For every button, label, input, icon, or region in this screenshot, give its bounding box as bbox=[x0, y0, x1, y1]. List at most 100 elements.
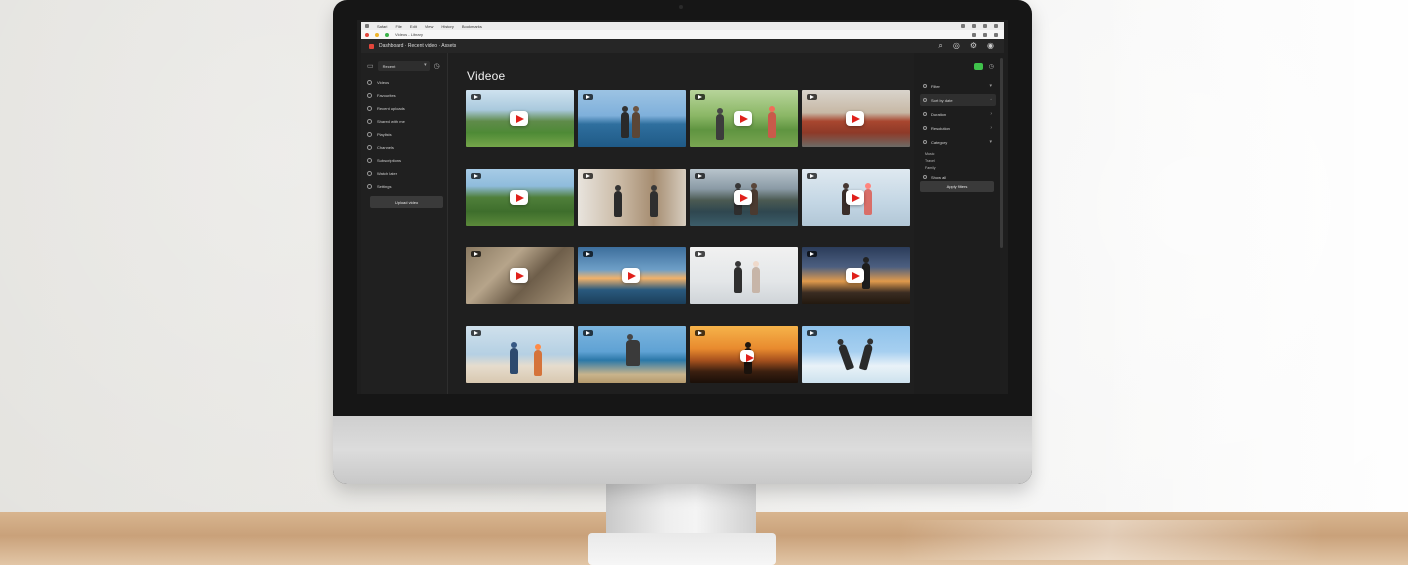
maximize-window-icon[interactable] bbox=[385, 32, 389, 37]
address-bar[interactable]: Videos - Library bbox=[395, 32, 423, 37]
video-thumbnail[interactable] bbox=[466, 247, 574, 304]
video-thumbnail[interactable] bbox=[466, 326, 574, 383]
video-thumbnail[interactable] bbox=[802, 90, 910, 147]
menu-item-bookmarks[interactable]: Bookmarks bbox=[462, 24, 482, 29]
play-button-icon[interactable] bbox=[510, 111, 528, 126]
menu-item-history[interactable]: History bbox=[441, 24, 453, 29]
clock-icon[interactable]: ◷ bbox=[989, 63, 994, 70]
sidebar-item-subscriptions[interactable]: Subscriptions bbox=[367, 154, 443, 167]
channel-icon bbox=[367, 145, 372, 150]
filter-list: Filter ▾ Sort by date ◦ Duration › Resoluti… bbox=[920, 80, 996, 185]
menu-item-view[interactable]: View bbox=[425, 24, 434, 29]
filter-item-selected[interactable]: Sort by date ◦ bbox=[920, 94, 996, 106]
scrollbar[interactable] bbox=[1000, 58, 1003, 248]
play-button-icon[interactable] bbox=[622, 268, 640, 283]
play-button-icon[interactable] bbox=[846, 268, 864, 283]
menu-item-edit[interactable]: Edit bbox=[410, 24, 417, 29]
settings-icon[interactable]: ⚙ bbox=[970, 41, 977, 51]
play-button-icon[interactable] bbox=[510, 268, 528, 283]
sidebar-item-watch-later[interactable]: Watch later bbox=[367, 167, 443, 180]
search-icon[interactable] bbox=[983, 24, 987, 28]
person-figure bbox=[510, 348, 518, 374]
video-type-icon bbox=[583, 330, 593, 336]
filter-sub-item[interactable]: Music bbox=[920, 150, 996, 157]
filter-item[interactable]: Duration › bbox=[920, 108, 996, 120]
video-thumbnail[interactable] bbox=[802, 247, 910, 304]
sidebar-item-videos[interactable]: Videos bbox=[367, 76, 443, 89]
control-center-icon[interactable] bbox=[994, 24, 998, 28]
video-thumbnail[interactable] bbox=[578, 326, 686, 383]
video-thumbnail[interactable] bbox=[578, 247, 686, 304]
chevron-down-icon: ▾ bbox=[424, 62, 427, 68]
sidebar-item-favourites[interactable]: Favourites bbox=[367, 89, 443, 102]
breadcrumb[interactable]: Dashboard · Recent video · Assets bbox=[379, 43, 456, 49]
chevron-down-icon: ▾ bbox=[989, 139, 992, 145]
sidebar-dropdown[interactable]: Recent ▾ bbox=[377, 61, 430, 71]
folder-icon[interactable]: ▭ bbox=[367, 62, 374, 70]
filter-item[interactable]: Category ▾ bbox=[920, 136, 996, 148]
tabs-overview-icon[interactable] bbox=[994, 32, 998, 37]
sidebar-item-recent-uploads[interactable]: Recent uploads bbox=[367, 102, 443, 115]
play-button-icon[interactable] bbox=[510, 190, 528, 205]
video-type-icon bbox=[471, 251, 481, 257]
sidebar-item-label: Settings bbox=[377, 184, 392, 189]
bell-icon bbox=[367, 158, 372, 163]
play-button-icon[interactable] bbox=[846, 190, 864, 205]
sidebar-item-playlists[interactable]: Playlists bbox=[367, 128, 443, 141]
video-thumbnail[interactable] bbox=[690, 169, 798, 226]
filter-item[interactable]: Filter ▾ bbox=[920, 80, 996, 92]
apple-icon[interactable] bbox=[365, 24, 369, 28]
monitor-stand bbox=[606, 478, 756, 538]
video-thumbnail[interactable] bbox=[690, 326, 798, 383]
clock-icon bbox=[367, 171, 372, 176]
window-light bbox=[1078, 0, 1408, 515]
menu-item-file[interactable]: File bbox=[395, 24, 401, 29]
play-button-icon[interactable] bbox=[734, 111, 752, 126]
search-icon[interactable]: ⌕ bbox=[938, 41, 942, 51]
header-actions: ⌕ ◎ ⚙ ◉ bbox=[938, 41, 1004, 51]
battery-icon[interactable] bbox=[972, 24, 976, 28]
filter-item[interactable]: Resolution › bbox=[920, 122, 996, 134]
screen: Safari File Edit View History Bookmarks … bbox=[357, 20, 1008, 394]
video-thumbnail[interactable] bbox=[578, 169, 686, 226]
toggle-icon[interactable] bbox=[973, 63, 983, 70]
apply-filters-button[interactable]: Apply filters bbox=[920, 181, 994, 192]
share-icon[interactable] bbox=[972, 32, 976, 37]
wifi-icon[interactable] bbox=[961, 24, 965, 28]
sidebar-item-settings[interactable]: Settings bbox=[367, 180, 443, 193]
close-window-icon[interactable] bbox=[365, 32, 369, 37]
filter-item-label: Filter bbox=[931, 83, 940, 89]
filter-item-label: Sort by date bbox=[931, 97, 953, 103]
minimize-window-icon[interactable] bbox=[375, 32, 379, 37]
profile-icon[interactable]: ◉ bbox=[987, 41, 994, 51]
video-thumbnail[interactable] bbox=[578, 90, 686, 147]
filter-item-label: Show all bbox=[931, 174, 947, 180]
chevron-right-icon: › bbox=[990, 111, 992, 117]
play-button-icon[interactable] bbox=[734, 190, 752, 205]
notification-icon[interactable]: ◎ bbox=[953, 41, 960, 51]
video-thumbnail[interactable] bbox=[690, 247, 798, 304]
menu-bar-status bbox=[961, 24, 1004, 28]
upload-icon bbox=[367, 106, 372, 111]
clock-icon[interactable]: ◷ bbox=[434, 62, 440, 70]
video-type-icon bbox=[695, 94, 705, 100]
video-thumbnail[interactable] bbox=[802, 326, 910, 383]
filter-sub-item[interactable]: Travel bbox=[920, 157, 996, 164]
filter-sub-item[interactable]: Family bbox=[920, 164, 996, 171]
upload-video-button[interactable]: Upload video bbox=[370, 196, 443, 208]
filter-item-label: Category bbox=[931, 139, 948, 145]
video-thumbnail[interactable] bbox=[802, 169, 910, 226]
video-type-icon bbox=[807, 330, 817, 336]
video-thumbnail[interactable] bbox=[690, 90, 798, 147]
chevron-down-icon: ▾ bbox=[989, 83, 992, 89]
play-button-icon[interactable] bbox=[846, 111, 864, 126]
new-tab-icon[interactable] bbox=[983, 32, 987, 37]
menu-item-safari[interactable]: Safari bbox=[377, 24, 387, 29]
video-thumbnail[interactable] bbox=[466, 90, 574, 147]
video-type-icon bbox=[583, 173, 593, 179]
video-thumbnail[interactable] bbox=[466, 169, 574, 226]
play-button-icon[interactable] bbox=[740, 350, 754, 362]
sidebar-item-channels[interactable]: Channels bbox=[367, 141, 443, 154]
video-type-icon bbox=[695, 330, 705, 336]
sidebar-item-shared[interactable]: Shared with me bbox=[367, 115, 443, 128]
